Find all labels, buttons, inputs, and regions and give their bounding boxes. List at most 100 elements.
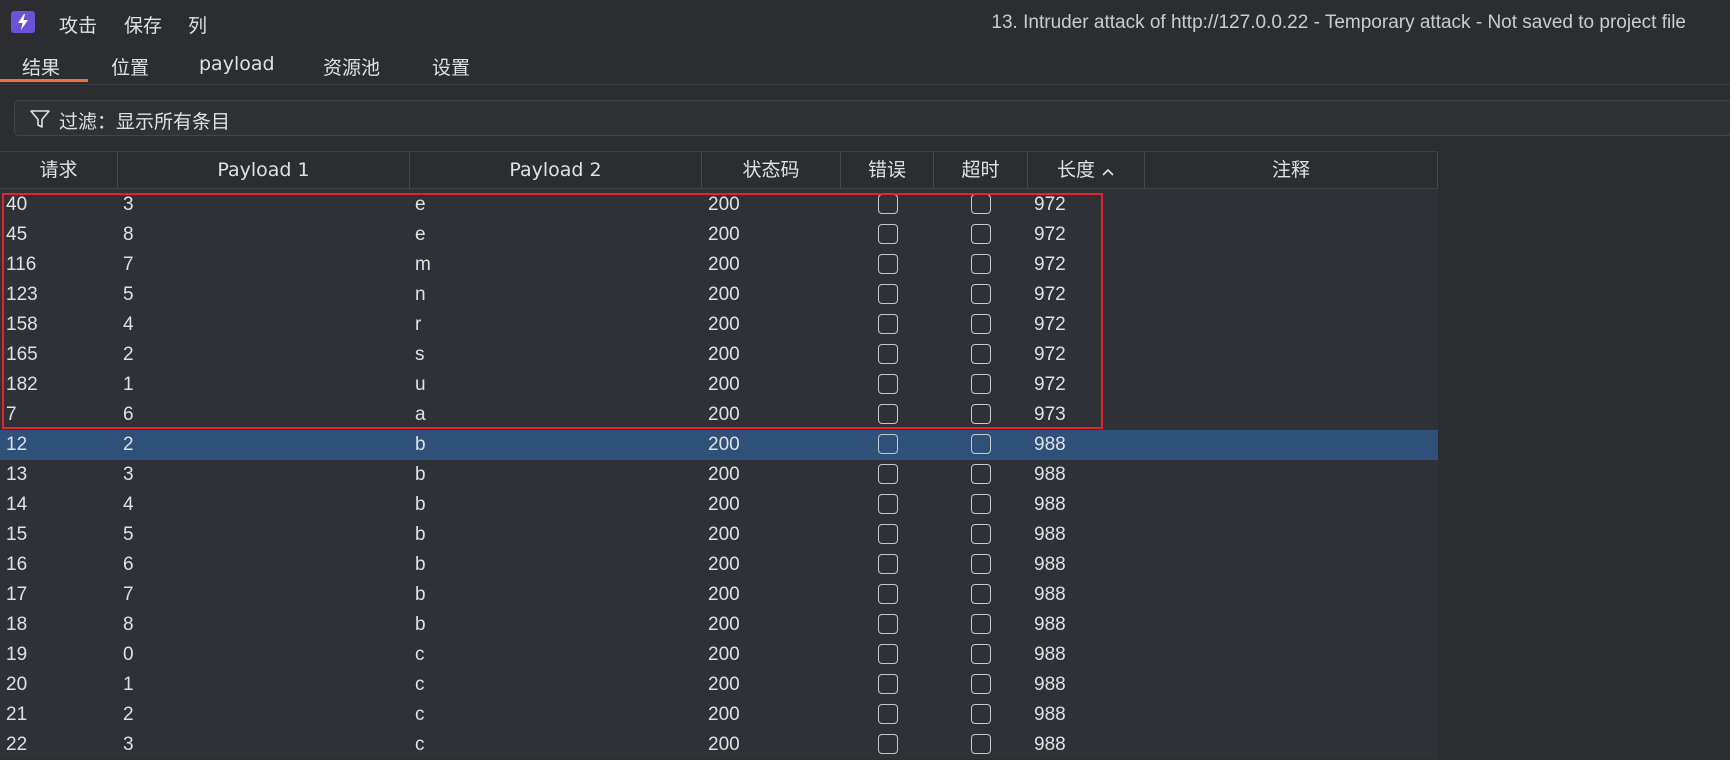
timeout-checkbox[interactable] bbox=[971, 284, 991, 304]
timeout-checkbox[interactable] bbox=[971, 704, 991, 724]
cell-request: 116 bbox=[6, 254, 37, 275]
column-header-timeout[interactable]: 超时 bbox=[934, 152, 1028, 188]
table-row[interactable]: 12 2 b 200 988 bbox=[0, 430, 1438, 460]
error-checkbox[interactable] bbox=[878, 284, 898, 304]
error-checkbox[interactable] bbox=[878, 524, 898, 544]
error-checkbox[interactable] bbox=[878, 404, 898, 424]
error-checkbox[interactable] bbox=[878, 614, 898, 634]
error-checkbox[interactable] bbox=[878, 704, 898, 724]
error-checkbox[interactable] bbox=[878, 644, 898, 664]
cell-status: 200 bbox=[708, 524, 740, 545]
table-row[interactable]: 165 2 s 200 972 bbox=[0, 340, 1438, 370]
column-header-error[interactable]: 错误 bbox=[841, 152, 934, 188]
error-checkbox[interactable] bbox=[878, 464, 898, 484]
table-row[interactable]: 7 6 a 200 973 bbox=[0, 400, 1438, 430]
error-checkbox[interactable] bbox=[878, 374, 898, 394]
filter-bar[interactable]: 过滤：显示所有条目 bbox=[14, 100, 1730, 136]
cell-length: 988 bbox=[1034, 434, 1066, 455]
cell-request: 17 bbox=[6, 584, 28, 605]
error-checkbox[interactable] bbox=[878, 254, 898, 274]
cell-request: 14 bbox=[6, 494, 28, 515]
funnel-icon bbox=[29, 108, 51, 135]
timeout-checkbox[interactable] bbox=[971, 434, 991, 454]
timeout-checkbox[interactable] bbox=[971, 224, 991, 244]
table-row[interactable]: 158 4 r 200 972 bbox=[0, 310, 1438, 340]
cell-payload1: 8 bbox=[123, 224, 134, 245]
tab-results[interactable]: 结果 bbox=[22, 53, 60, 80]
timeout-checkbox[interactable] bbox=[971, 554, 991, 574]
timeout-checkbox[interactable] bbox=[971, 344, 991, 364]
table-header: 请求 Payload 1 Payload 2 状态码 错误 超时 长度 注释 bbox=[0, 151, 1438, 189]
timeout-checkbox[interactable] bbox=[971, 644, 991, 664]
cell-status: 200 bbox=[708, 194, 740, 215]
timeout-checkbox[interactable] bbox=[971, 614, 991, 634]
tab-settings[interactable]: 设置 bbox=[432, 53, 470, 80]
table-row[interactable]: 123 5 n 200 972 bbox=[0, 280, 1438, 310]
cell-payload1: 1 bbox=[123, 374, 134, 395]
error-checkbox[interactable] bbox=[878, 344, 898, 364]
tab-resource-pool[interactable]: 资源池 bbox=[323, 53, 380, 80]
table-row[interactable]: 182 1 u 200 972 bbox=[0, 370, 1438, 400]
table-row[interactable]: 21 2 c 200 988 bbox=[0, 700, 1438, 730]
column-header-request[interactable]: 请求 bbox=[0, 152, 118, 188]
menu-columns[interactable]: 列 bbox=[188, 11, 207, 38]
table-row[interactable]: 16 6 b 200 988 bbox=[0, 550, 1438, 580]
timeout-checkbox[interactable] bbox=[971, 374, 991, 394]
error-checkbox[interactable] bbox=[878, 584, 898, 604]
error-checkbox[interactable] bbox=[878, 674, 898, 694]
error-checkbox[interactable] bbox=[878, 494, 898, 514]
error-checkbox[interactable] bbox=[878, 194, 898, 214]
menu-save[interactable]: 保存 bbox=[124, 11, 162, 38]
timeout-checkbox[interactable] bbox=[971, 254, 991, 274]
column-header-length[interactable]: 长度 bbox=[1028, 152, 1145, 188]
table-row[interactable]: 18 8 b 200 988 bbox=[0, 610, 1438, 640]
timeout-checkbox[interactable] bbox=[971, 404, 991, 424]
column-header-comment[interactable]: 注释 bbox=[1145, 152, 1438, 188]
timeout-checkbox[interactable] bbox=[971, 734, 991, 754]
chevron-up-icon bbox=[1101, 153, 1115, 189]
cell-payload1: 3 bbox=[123, 194, 134, 215]
tab-payloads[interactable]: payload bbox=[199, 53, 275, 75]
table-row[interactable]: 20 1 c 200 988 bbox=[0, 670, 1438, 700]
error-checkbox[interactable] bbox=[878, 434, 898, 454]
timeout-checkbox[interactable] bbox=[971, 464, 991, 484]
table-row[interactable]: 40 3 e 200 972 bbox=[0, 190, 1438, 220]
column-header-payload1[interactable]: Payload 1 bbox=[118, 152, 410, 188]
title-bar: 攻击 保存 列 13. Intruder attack of http://12… bbox=[0, 0, 1730, 44]
timeout-checkbox[interactable] bbox=[971, 314, 991, 334]
error-checkbox[interactable] bbox=[878, 224, 898, 244]
table-row[interactable]: 17 7 b 200 988 bbox=[0, 580, 1438, 610]
error-checkbox[interactable] bbox=[878, 734, 898, 754]
error-checkbox[interactable] bbox=[878, 554, 898, 574]
cell-status: 200 bbox=[708, 344, 740, 365]
cell-payload1: 4 bbox=[123, 314, 134, 335]
cell-length: 988 bbox=[1034, 584, 1066, 605]
cell-status: 200 bbox=[708, 734, 740, 755]
timeout-checkbox[interactable] bbox=[971, 494, 991, 514]
table-row[interactable]: 116 7 m 200 972 bbox=[0, 250, 1438, 280]
table-row[interactable]: 13 3 b 200 988 bbox=[0, 460, 1438, 490]
column-header-payload2[interactable]: Payload 2 bbox=[410, 152, 702, 188]
table-row[interactable]: 19 0 c 200 988 bbox=[0, 640, 1438, 670]
table-row[interactable]: 15 5 b 200 988 bbox=[0, 520, 1438, 550]
error-checkbox[interactable] bbox=[878, 314, 898, 334]
menu-attack[interactable]: 攻击 bbox=[59, 11, 97, 38]
results-table: 请求 Payload 1 Payload 2 状态码 错误 超时 长度 注释 4… bbox=[0, 151, 1730, 759]
table-row[interactable]: 14 4 b 200 988 bbox=[0, 490, 1438, 520]
column-header-status[interactable]: 状态码 bbox=[702, 152, 841, 188]
timeout-checkbox[interactable] bbox=[971, 674, 991, 694]
cell-status: 200 bbox=[708, 674, 740, 695]
table-row[interactable]: 45 8 e 200 972 bbox=[0, 220, 1438, 250]
timeout-checkbox[interactable] bbox=[971, 584, 991, 604]
cell-status: 200 bbox=[708, 284, 740, 305]
timeout-checkbox[interactable] bbox=[971, 524, 991, 544]
table-row[interactable]: 22 3 c 200 988 bbox=[0, 730, 1438, 760]
cell-payload2: c bbox=[415, 644, 425, 665]
column-header-error-label: 错误 bbox=[867, 159, 906, 181]
cell-status: 200 bbox=[708, 704, 740, 725]
cell-length: 972 bbox=[1034, 284, 1066, 305]
tab-positions[interactable]: 位置 bbox=[111, 53, 149, 80]
cell-payload2: b bbox=[415, 434, 426, 455]
timeout-checkbox[interactable] bbox=[971, 194, 991, 214]
cell-request: 182 bbox=[6, 374, 38, 395]
